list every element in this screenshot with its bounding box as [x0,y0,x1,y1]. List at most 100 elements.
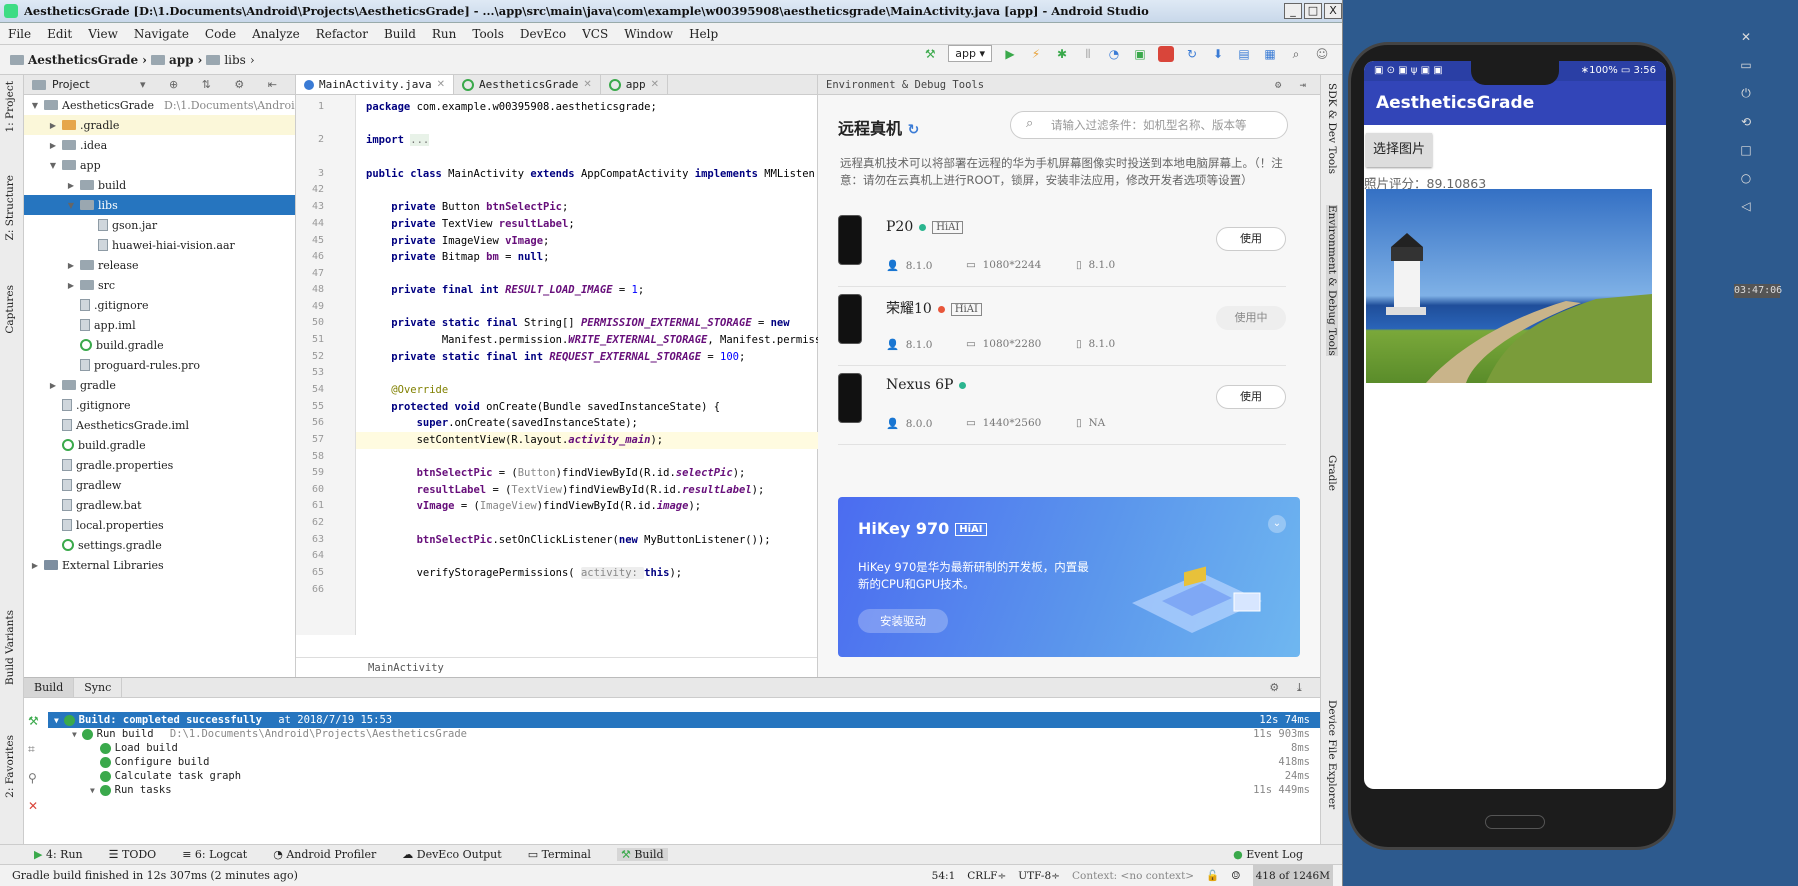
stop-icon[interactable] [1158,45,1174,62]
tab-build-output[interactable]: Build [24,678,75,697]
tab-logcat[interactable]: ≡ 6: Logcat [182,848,247,861]
close-icon[interactable]: ✕ [1741,30,1751,44]
attach-icon[interactable]: ⫴ [1080,46,1096,62]
panel-gear-icon[interactable]: ▾ ⊕ ⇅ ⚙ ⇤ [140,78,287,91]
menu-help[interactable]: Help [689,27,718,41]
tree-item[interactable]: settings.gradle [24,535,295,555]
menu-window[interactable]: Window [624,27,673,41]
use-device-button[interactable]: 使用中 [1216,306,1286,330]
menu-tools[interactable]: Tools [472,27,504,41]
minimize-button[interactable]: _ [1284,3,1302,19]
tree-item[interactable]: ▶ gradle [24,375,295,395]
menu-analyze[interactable]: Analyze [252,27,300,41]
expand-arrow-icon[interactable]: ▶ [66,181,76,190]
tab-run[interactable]: ▶ 4: Run [34,848,83,861]
expand-arrow-icon[interactable] [90,772,100,781]
menu-navigate[interactable]: Navigate [134,27,189,41]
sdk-manager-icon[interactable]: ⬇ [1210,46,1226,62]
square-icon[interactable]: □ [1740,143,1751,157]
pin-icon[interactable]: ⚲ [28,771,39,785]
expand-arrow-icon[interactable]: ▶ [30,561,40,570]
minimize-icon[interactable]: ▭ [1740,58,1751,72]
expand-arrow-icon[interactable]: ▶ [48,141,58,150]
use-device-button[interactable]: 使用 [1216,227,1286,251]
expand-arrow-icon[interactable]: ▶ [66,261,76,270]
toggle-view-icon[interactable]: ⌗ [28,742,39,757]
expand-arrow-icon[interactable]: ▼ [90,786,100,795]
build-row[interactable]: ▼ Run tasks 11s 449ms [48,782,1320,798]
tree-item[interactable]: gradle.properties [24,455,295,475]
tree-item[interactable]: ▶ .gradle [24,115,295,135]
line-separator[interactable]: CRLF÷ [967,865,1006,886]
tree-item[interactable]: ▼ AestheticsGrade D:\1.Documents\Androi [24,95,295,115]
event-log-button[interactable]: ● Event Log [1233,848,1303,861]
expand-arrow-icon[interactable]: ▼ [48,161,58,170]
tree-item[interactable]: ▼ app [24,155,295,175]
install-driver-button[interactable]: 安装驱动 [858,609,948,633]
tab-mainactivity[interactable]: MainActivity.java ✕ [296,75,454,94]
run-config-select[interactable]: app ▾ [948,45,992,62]
profile-icon[interactable]: ◔ [1106,46,1122,62]
expand-arrow-icon[interactable] [90,744,100,753]
attach-debugger-icon[interactable]: ▣ [1132,46,1148,62]
breadcrumb-libs[interactable]: libs › [206,53,255,67]
close-icon[interactable]: ✕ [28,799,39,813]
memory-indicator[interactable]: 418 of 1246M [1252,865,1333,886]
circle-icon[interactable]: ○ [1741,171,1751,185]
status-message[interactable]: Gradle build finished in 12s 307ms (2 mi… [12,869,298,882]
tree-item[interactable]: ▶ build [24,175,295,195]
editor-breadcrumb[interactable]: MainActivity [296,657,817,677]
tree-item[interactable]: build.gradle [24,435,295,455]
expand-arrow-icon[interactable]: ▼ [54,716,64,725]
maximize-button[interactable]: □ [1304,3,1322,19]
tab-gradle[interactable]: Gradle [1326,455,1338,491]
menu-build[interactable]: Build [384,27,416,41]
tree-item[interactable]: gradlew [24,475,295,495]
phone-screen[interactable]: ▣ ⊙ ▣ ψ ▣ ▣ ∗100% ▭ 3:56 AestheticsGrade… [1364,61,1666,789]
tree-item[interactable]: ▼ libs [24,195,295,215]
avd-manager-icon[interactable]: ▤ [1236,46,1252,62]
tree-item[interactable]: app.iml [24,315,295,335]
run-icon[interactable]: ▶ [1002,46,1018,62]
back-icon[interactable]: ◁ [1741,199,1750,213]
tree-item[interactable]: ▶ release [24,255,295,275]
tree-item[interactable]: proguard-rules.pro [24,355,295,375]
hammer-icon[interactable]: ⚒ [922,46,938,62]
tab-structure[interactable]: Z: Structure [4,175,16,240]
device-search-input[interactable]: 请输入过滤条件：如机型名称、版本等 [1010,111,1288,139]
tree-item[interactable]: .gitignore [24,395,295,415]
tree-item[interactable]: ▶ External Libraries [24,555,295,575]
tab-favorites[interactable]: 2: Favorites [4,735,16,798]
hammer-icon[interactable]: ⚒ [28,714,39,728]
menu-refactor[interactable]: Refactor [316,27,368,41]
panel-gear-icon[interactable]: ⚙ ⇥ [1275,79,1312,91]
close-button[interactable]: X [1324,3,1342,19]
expand-arrow-icon[interactable]: ▼ [66,201,76,210]
tab-project[interactable]: 1: Project [4,81,16,133]
project-panel-title[interactable]: Project [52,78,90,91]
search-icon[interactable]: ⌕ [1288,46,1304,62]
menu-code[interactable]: Code [205,27,236,41]
tree-item[interactable]: gson.jar [24,215,295,235]
project-structure-icon[interactable]: ▦ [1262,46,1278,62]
tab-todo[interactable]: ☰ TODO [109,848,157,861]
tab-deveco-output[interactable]: ☁ DevEco Output [402,848,501,861]
menu-view[interactable]: View [88,27,118,41]
panel-gear-icon[interactable]: ⚙ ⤓ [1269,678,1310,697]
tab-app[interactable]: app ✕ [601,75,668,94]
tree-item[interactable]: ▶ src [24,275,295,295]
tree-item[interactable]: local.properties [24,515,295,535]
file-encoding[interactable]: UTF-8÷ [1018,865,1060,886]
refresh-icon[interactable]: ↻ [908,122,920,138]
apply-changes-icon[interactable]: ⚡ [1028,46,1044,62]
select-picture-button[interactable]: 选择图片 [1366,133,1432,167]
tree-item[interactable]: gradlew.bat [24,495,295,515]
close-icon[interactable]: ✕ [437,79,445,90]
menu-file[interactable]: File [8,27,31,41]
expand-arrow-icon[interactable]: ▶ [48,381,58,390]
expand-arrow-icon[interactable]: ▶ [66,281,76,290]
tree-item[interactable]: ▶ .idea [24,135,295,155]
tab-sdk-dev-tools[interactable]: SDK & Dev Tools [1326,83,1338,174]
tab-device-file-explorer[interactable]: Device File Explorer [1326,700,1338,809]
close-icon[interactable]: ✕ [583,79,591,90]
